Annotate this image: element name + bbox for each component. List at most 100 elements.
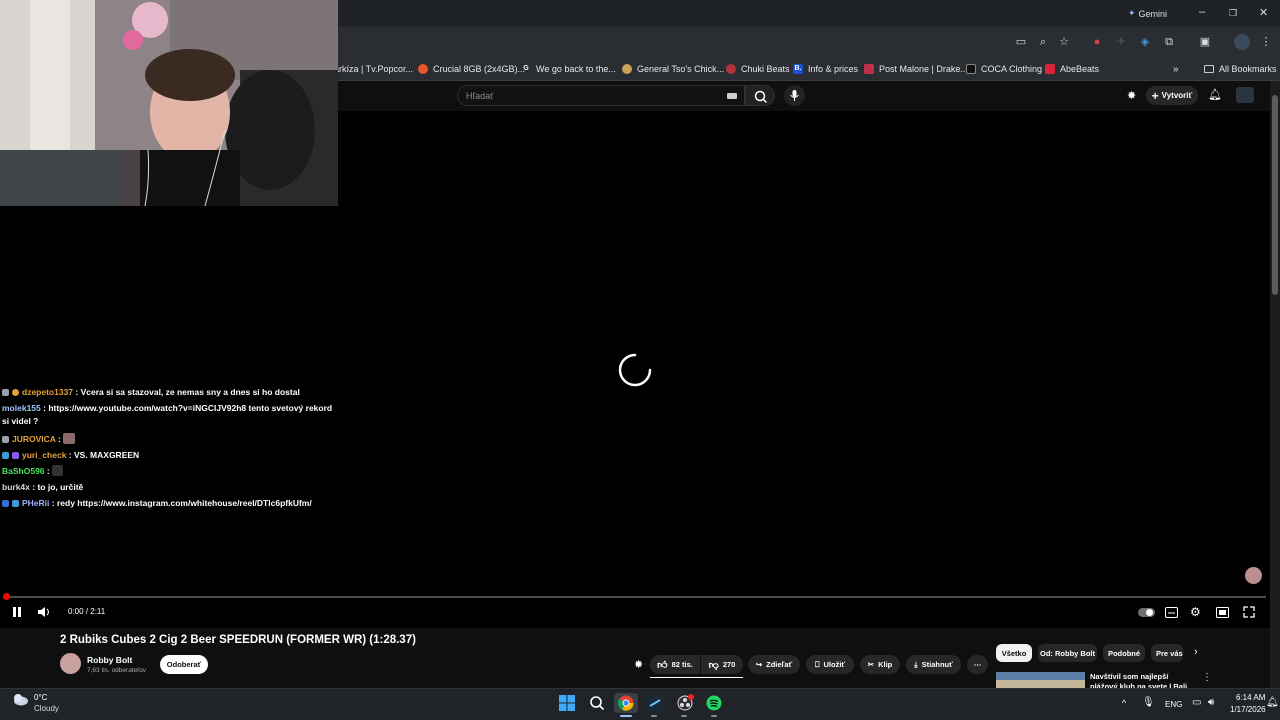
scrollbar-thumb[interactable] [1272, 95, 1278, 295]
bookmark-item[interactable]: Crucial 8GB (2x4GB)... [418, 62, 525, 76]
like-ratio-bar [650, 677, 743, 678]
bookmark-item[interactable]: AbeBeats [1045, 62, 1099, 76]
volume-tray-icon[interactable]: 🔊︎ [1208, 697, 1214, 708]
bookmark-favicon-icon [622, 64, 632, 74]
scissors-icon: ✂ [867, 660, 875, 669]
weather-temperature[interactable]: 0°C [34, 693, 47, 702]
notification-center-icon[interactable]: 🔔︎ [1266, 697, 1279, 708]
like-button[interactable]: 👍︎ 82 tis. [650, 655, 700, 674]
channel-watermark-icon[interactable] [1245, 567, 1262, 584]
cast-icon[interactable]: ▭ [1014, 35, 1028, 49]
toggle-knob [1146, 609, 1153, 616]
bookmark-item[interactable]: General Tso's Chick... [622, 62, 724, 76]
minimize-button[interactable]: – [1199, 6, 1205, 18]
share-button[interactable]: ↪ Zdieľať [748, 655, 800, 674]
account-avatar[interactable] [1236, 87, 1254, 103]
bookmark-item[interactable]: COCA Clothing [966, 62, 1042, 76]
extensions-puzzle-icon[interactable]: ⧉ [1162, 35, 1176, 49]
running-app-indicator [681, 715, 687, 717]
taskbar-search-icon[interactable] [587, 693, 607, 713]
steam-app-icon[interactable] [645, 693, 665, 713]
video-title: 2 Rubiks Cubes 2 Cig 2 Beer SPEEDRUN (FO… [60, 634, 416, 646]
spotify-app-icon[interactable] [704, 693, 724, 713]
create-button[interactable]: + Vytvoriť [1146, 86, 1198, 105]
zoom-icon[interactable]: ⌕ [1036, 35, 1050, 49]
recommended-thumbnail[interactable] [996, 672, 1085, 688]
more-actions-button[interactable]: ⋯ [967, 655, 988, 674]
recommended-menu-icon[interactable]: ⋮ [1202, 672, 1212, 683]
restore-button[interactable]: ❐ [1229, 8, 1237, 19]
video-progress-bar[interactable] [6, 596, 1266, 598]
webcam-overlay [0, 0, 338, 206]
pause-icon[interactable] [11, 606, 23, 618]
chat-badge-icon [12, 389, 19, 396]
download-button[interactable]: ⤓ Stiahnuť [906, 655, 961, 674]
voice-search-button[interactable] [784, 85, 805, 106]
bookmark-item[interactable]: G We go back to the... [521, 62, 616, 76]
weather-cloud-icon[interactable] [11, 692, 29, 706]
chat-username: JUROVICA [12, 434, 56, 444]
network-icon[interactable]: ▭ [1192, 697, 1201, 708]
save-button[interactable]: ⎕ Uložiť [806, 655, 854, 674]
bookmark-item[interactable]: B. Info & prices [793, 62, 858, 76]
chip-for-you[interactable]: Pre vás [1151, 644, 1183, 662]
clock-time[interactable]: 6:14 AM [1236, 693, 1265, 702]
bookmark-favicon-icon [1045, 64, 1055, 74]
chip-from-channel[interactable]: Od: Robby Bolt [1038, 644, 1097, 662]
bookmark-favicon-icon: B. [793, 64, 803, 74]
gemini-button[interactable]: ✦ Gemini [1128, 8, 1167, 19]
start-windows-icon[interactable] [557, 693, 577, 713]
chrome-app-icon[interactable] [614, 693, 638, 713]
fullscreen-icon[interactable] [1243, 606, 1255, 618]
gemini-sparkle-icon[interactable]: ✸ [1127, 89, 1140, 102]
language-indicator[interactable]: ENG [1165, 700, 1182, 709]
settings-gear-icon[interactable]: ⚙︎ [1190, 605, 1201, 619]
extension-red-icon[interactable]: ● [1090, 35, 1104, 49]
subtitles-icon[interactable] [1165, 607, 1178, 618]
chat-message: molek155 : https://www.youtube.com/watch… [2, 400, 337, 431]
bookmark-item[interactable]: Chuki Beats [726, 62, 790, 76]
bookmark-favicon-icon [726, 64, 736, 74]
thumbs-down-icon: 👎︎ [708, 659, 719, 671]
microphone-tray-icon[interactable]: 🎙︎ [1142, 697, 1155, 708]
bookmarks-overflow-icon[interactable]: » [1173, 62, 1179, 76]
chat-text: : https://www.youtube.com/watch?v=iNGClJ… [2, 403, 333, 426]
all-bookmarks-button[interactable]: All Bookmarks [1204, 62, 1277, 76]
autoplay-toggle[interactable] [1138, 608, 1155, 617]
clock-date[interactable]: 1/17/2026 [1230, 705, 1266, 714]
browser-menu-icon[interactable]: ⋮ [1259, 35, 1273, 49]
bookmark-item[interactable]: arkíza | Tv.Popcor... [334, 62, 413, 76]
subscribe-button[interactable]: Odoberať [160, 655, 208, 674]
chat-badge-icon [12, 500, 19, 507]
channel-avatar[interactable] [60, 653, 81, 674]
recommended-title[interactable]: Navštívil som najlepší plážový klub na s… [1090, 672, 1190, 688]
extension-blue-icon[interactable]: ◈ [1138, 35, 1152, 49]
theater-mode-icon[interactable] [1216, 607, 1229, 618]
keyboard-icon[interactable] [727, 93, 737, 99]
search-button[interactable] [745, 85, 775, 106]
chat-username: molek155 [2, 403, 41, 413]
bookmark-star-icon[interactable]: ☆ [1057, 35, 1071, 49]
close-window-button[interactable]: ✕ [1259, 6, 1268, 19]
progress-scrubber-handle[interactable] [3, 593, 10, 600]
chip-related[interactable]: Podobné [1103, 644, 1145, 662]
running-app-indicator [711, 715, 717, 717]
tray-overflow-chevron-icon[interactable]: ^ [1122, 698, 1126, 708]
bookmark-item[interactable]: Post Malone | Drake... [864, 62, 968, 76]
channel-name[interactable]: Robby Bolt [87, 655, 132, 665]
thumbs-up-icon: 👍︎ [657, 659, 668, 671]
sidepanel-icon[interactable]: ▣ [1198, 35, 1212, 49]
chevron-right-icon[interactable]: › [1194, 646, 1198, 658]
chat-message: burk4x : to jo, určitě [2, 479, 337, 495]
volume-icon[interactable] [37, 606, 51, 618]
sparkle-ai-icon[interactable]: ✸ [634, 658, 643, 671]
dislike-button[interactable]: 👎︎ 270 [701, 655, 743, 674]
clip-button[interactable]: ✂ Klip [860, 655, 900, 674]
search-input[interactable]: Hľadať [457, 85, 745, 106]
weather-description[interactable]: Cloudy [34, 704, 59, 713]
chip-all[interactable]: Všetko [996, 644, 1032, 662]
notifications-bell-icon[interactable]: 🔔︎ [1208, 88, 1222, 101]
google-favicon-icon: G [523, 65, 529, 72]
extension-grey-icon[interactable]: ✈ [1114, 35, 1128, 49]
profile-avatar-icon[interactable] [1234, 34, 1250, 50]
